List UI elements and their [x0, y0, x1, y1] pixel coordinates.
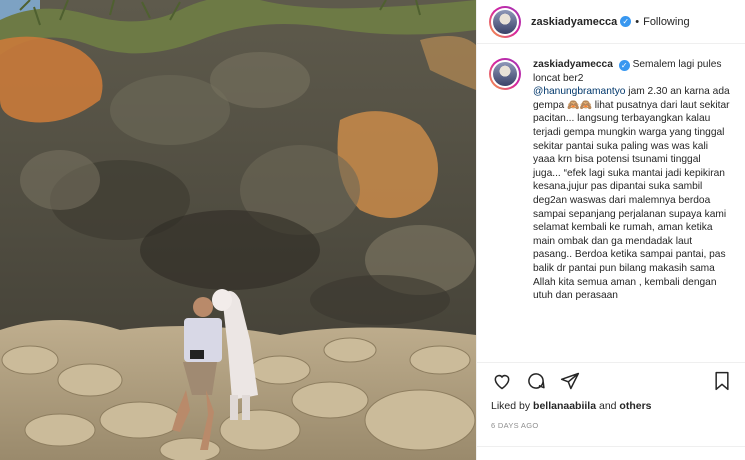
post-photo[interactable] — [0, 0, 476, 460]
caption-username[interactable]: zaskiadyamecca — [533, 59, 613, 70]
post-sidebar: zaskiadyamecca ✓ • Following zaskiadyame… — [476, 0, 745, 460]
heart-icon[interactable] — [491, 370, 513, 392]
post-image — [0, 0, 476, 460]
post-header: zaskiadyamecca ✓ • Following — [477, 0, 745, 44]
caption-emojis: 🙈🙈 — [567, 99, 592, 111]
caption-text: zaskiadyamecca ✓ Semalem lagi pules lonc… — [533, 58, 731, 358]
likes-others-link[interactable]: others — [619, 400, 651, 412]
comment-icon[interactable] — [525, 370, 547, 392]
bookmark-icon[interactable] — [711, 370, 733, 392]
following-button[interactable]: Following — [643, 16, 689, 28]
likes-and: and — [596, 400, 620, 412]
separator-dot: • — [635, 15, 640, 28]
likes-text: Liked by bellanaabiila and others — [491, 400, 652, 412]
caption-verified-badge-icon: ✓ — [618, 60, 630, 71]
post-timestamp[interactable]: 6 DAYS AGO — [491, 421, 538, 430]
avatar[interactable] — [489, 5, 521, 38]
liked-by-user[interactable]: bellanaabiila — [533, 400, 596, 412]
caption-avatar[interactable] — [489, 58, 521, 90]
comment-input-area[interactable] — [477, 446, 745, 460]
verified-badge-icon: ✓ — [620, 16, 632, 27]
likes-prefix: Liked by — [491, 400, 534, 412]
caption: zaskiadyamecca ✓ Semalem lagi pules lonc… — [489, 58, 731, 358]
caption-mention[interactable]: @hanungbramantyo — [533, 86, 625, 97]
caption-rest: lihat pusatnya dari laut sekitar pacitan… — [533, 99, 730, 302]
header-username[interactable]: zaskiadyamecca — [531, 16, 617, 28]
action-bar — [491, 368, 733, 394]
share-icon[interactable] — [559, 370, 581, 392]
